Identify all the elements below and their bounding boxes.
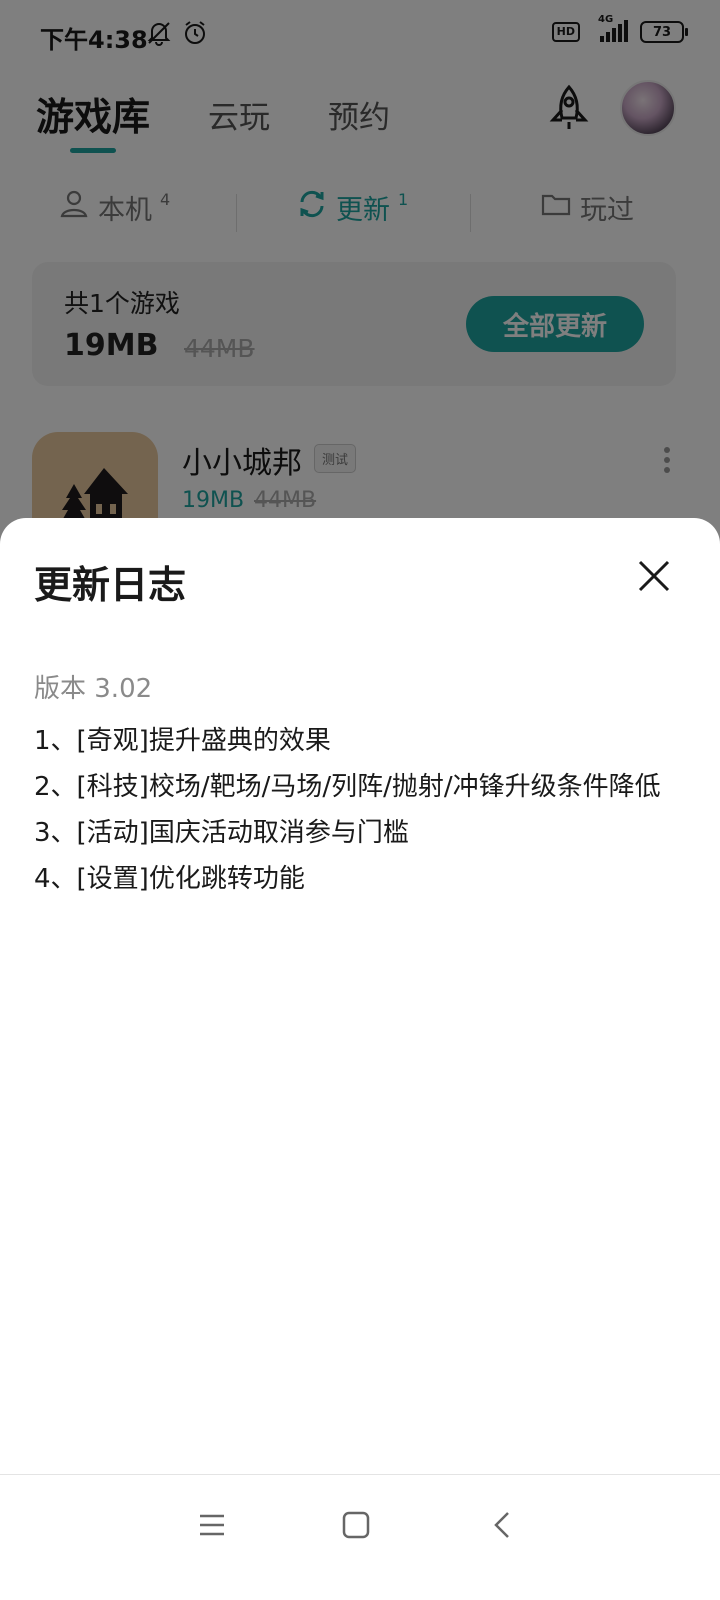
changelog-sheet: 更新日志 版本 3.02 1、[奇观]提升盛典的效果 2、[科技]校场/靶场/马… [0,518,720,1600]
changelog-item: 4、[设置]优化跳转功能 [34,864,305,894]
sheet-title: 更新日志 [34,563,187,607]
changelog-item: 3、[活动]国庆活动取消参与门槛 [34,818,409,848]
system-nav-bar [0,1474,720,1600]
home-nav-icon[interactable] [336,1505,376,1545]
menu-nav-icon[interactable] [192,1505,232,1545]
close-icon[interactable] [632,554,676,598]
changelog-item: 2、[科技]校场/靶场/马场/列阵/抛射/冲锋升级条件降低 [34,772,661,802]
changelog-notes: 1、[奇观]提升盛典的效果 2、[科技]校场/靶场/马场/列阵/抛射/冲锋升级条… [34,718,684,902]
version-label: 版本 3.02 [34,674,153,704]
changelog-item: 1、[奇观]提升盛典的效果 [34,726,331,756]
back-nav-icon[interactable] [482,1505,522,1545]
